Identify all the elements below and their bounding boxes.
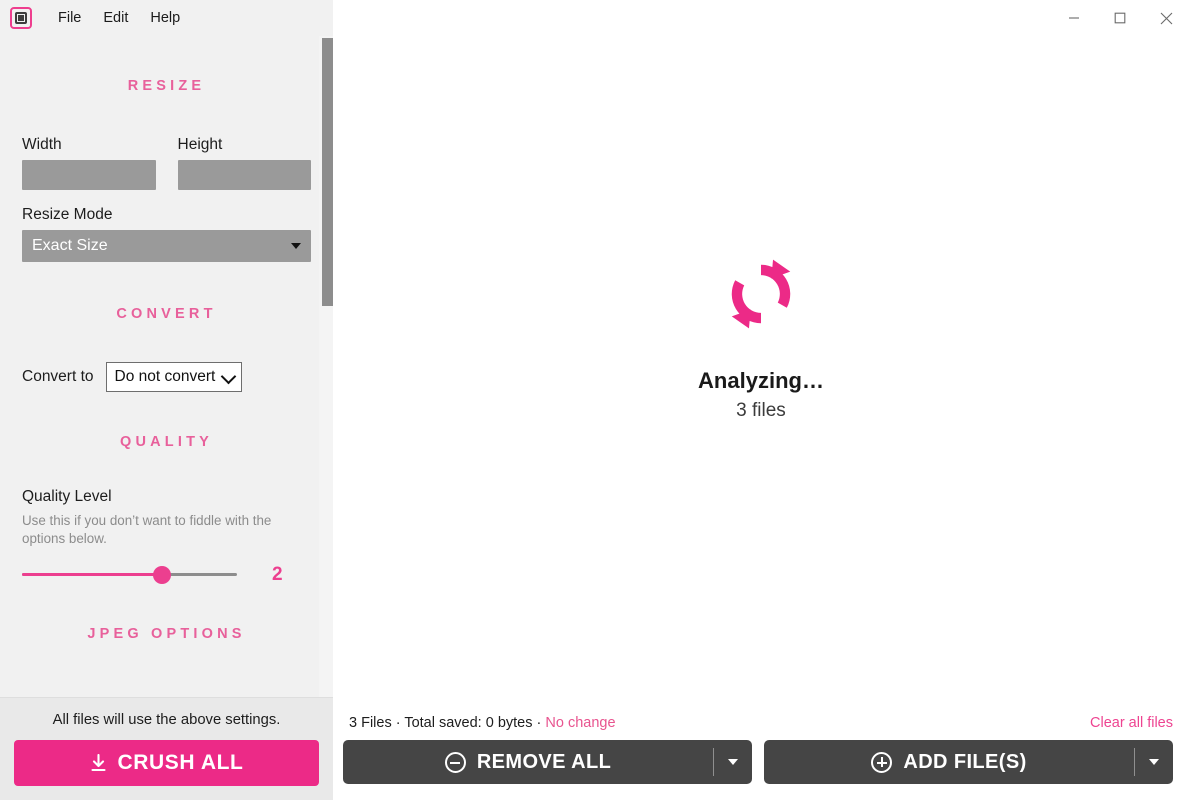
sidebar-scrollbar[interactable] (319, 36, 333, 697)
close-button[interactable] (1143, 0, 1189, 36)
refresh-spinner-icon (718, 251, 804, 342)
resize-dimensions-row: Width Height (22, 136, 311, 190)
close-icon (1160, 12, 1172, 24)
status-bar: 3 Files · Total saved: 0 bytes · No chan… (333, 706, 1189, 740)
slider-fill (22, 573, 162, 577)
settings-panel: RESIZE Width Height Resize Mode Exact Si… (0, 36, 333, 682)
resize-mode-label: Resize Mode (22, 206, 113, 223)
crush-all-label: CRUSH ALL (117, 751, 244, 774)
height-field-group: Height (177, 136, 311, 190)
sidebar-footer: All files will use the above settings. C… (0, 697, 333, 800)
crush-all-button[interactable]: CRUSH ALL (14, 740, 319, 786)
remove-all-label: REMOVE ALL (476, 750, 612, 773)
app-logo-icon (10, 7, 32, 29)
quality-value: 2 (272, 564, 283, 586)
section-header-resize: RESIZE (127, 78, 206, 94)
convert-to-label: Convert to (22, 368, 94, 385)
section-header-jpeg-options: JPEG OPTIONS (87, 626, 246, 643)
files-summary: 3 Files · Total saved: 0 bytes · No chan… (349, 715, 616, 731)
height-input[interactable] (177, 160, 311, 190)
remove-all-button[interactable]: REMOVE ALL (343, 740, 752, 784)
add-files-main[interactable]: ADD FILE(S) (764, 740, 1134, 784)
maximize-button[interactable] (1097, 0, 1143, 36)
chevron-down-icon (728, 759, 738, 765)
quality-level-label: Quality Level (22, 488, 112, 505)
chevron-down-icon (1149, 759, 1159, 765)
remove-all-main[interactable]: REMOVE ALL (343, 740, 713, 784)
add-files-label: ADD FILE(S) (903, 750, 1027, 773)
add-files-button[interactable]: ADD FILE(S) (764, 740, 1173, 784)
status-subtitle: 3 files (736, 399, 786, 421)
remove-all-dropdown[interactable] (714, 740, 752, 784)
main-area: Analyzing… 3 files 3 Files · Total saved… (333, 0, 1189, 800)
quality-slider[interactable] (22, 564, 237, 586)
download-crush-icon (90, 754, 106, 772)
files-summary-text: 3 Files · Total saved: 0 bytes · (349, 715, 546, 731)
app-window: File Edit Help RESIZE Width Height Resiz… (0, 0, 1189, 800)
section-header-convert: CONVERT (116, 306, 217, 322)
width-label: Width (22, 136, 62, 153)
settings-scroll-area: RESIZE Width Height Resize Mode Exact Si… (0, 36, 333, 697)
title-bar (333, 0, 1189, 36)
quality-slider-row: 2 (22, 564, 311, 586)
section-header-quality: QUALITY (119, 434, 214, 450)
status-badge: No change (545, 715, 616, 731)
minus-circle-icon (444, 751, 466, 773)
chevron-down-icon (291, 243, 301, 249)
quality-help-text: Use this if you don’t want to fiddle wit… (22, 513, 272, 547)
slider-thumb[interactable] (152, 566, 171, 585)
status-title: Analyzing… (698, 367, 824, 393)
settings-sidebar: File Edit Help RESIZE Width Height Resiz… (0, 0, 333, 800)
resize-mode-value: Exact Size (32, 237, 108, 254)
sidebar-scrollbar-thumb[interactable] (322, 38, 333, 306)
minimize-icon (1069, 17, 1079, 19)
settings-note: All files will use the above settings. (52, 712, 281, 728)
add-files-dropdown[interactable] (1135, 740, 1173, 784)
chevron-down-icon (221, 368, 237, 385)
height-label: Height (177, 136, 223, 153)
minimize-button[interactable] (1051, 0, 1097, 36)
width-input[interactable] (22, 160, 156, 190)
clear-all-files-link[interactable]: Clear all files (1090, 715, 1173, 731)
action-bar: REMOVE ALL ADD FILE(S) (333, 740, 1189, 800)
maximize-icon (1114, 12, 1126, 24)
convert-to-row: Convert to Do not convert (22, 362, 311, 392)
plus-circle-icon (871, 751, 893, 773)
resize-mode-select[interactable]: Exact Size (22, 230, 311, 262)
convert-to-value: Do not convert (114, 368, 216, 385)
menu-item-help[interactable]: Help (140, 7, 190, 30)
drop-stage[interactable]: Analyzing… 3 files (333, 36, 1189, 706)
width-field-group: Width (22, 136, 156, 190)
menu-item-file[interactable]: File (48, 7, 91, 30)
menu-bar: File Edit Help (0, 0, 333, 36)
menu-item-edit[interactable]: Edit (93, 7, 138, 30)
convert-to-select[interactable]: Do not convert (105, 362, 243, 392)
